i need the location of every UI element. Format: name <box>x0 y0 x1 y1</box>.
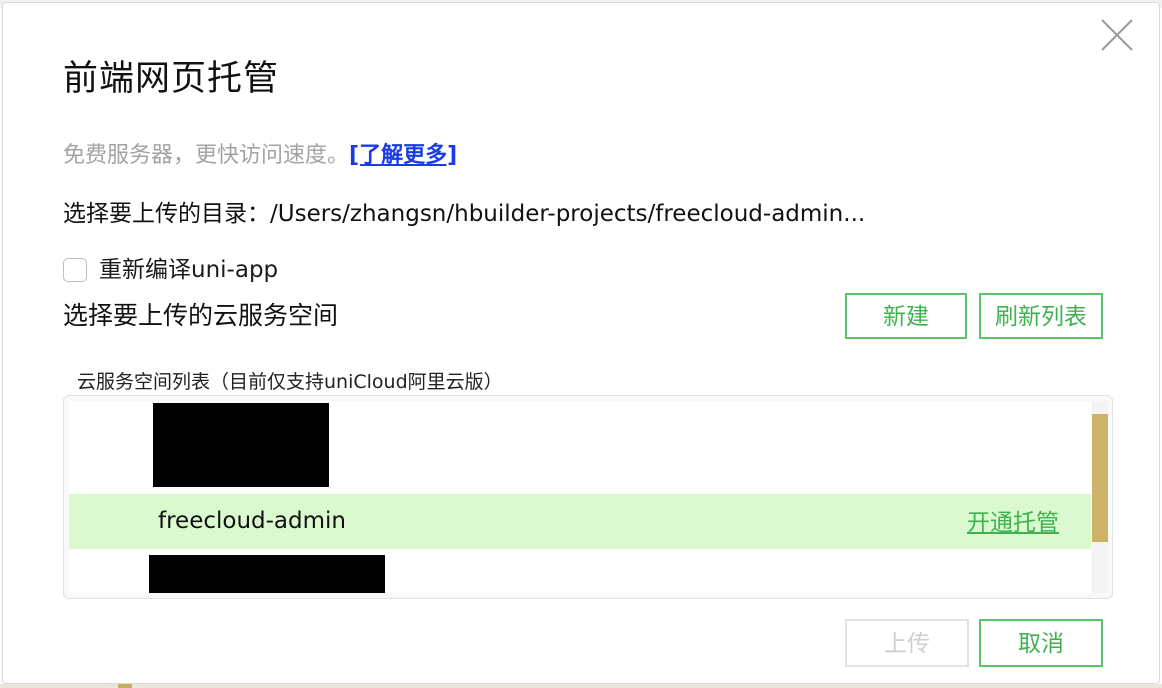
new-space-button[interactable]: 新建 <box>845 293 967 339</box>
background-window-strip-bottom <box>0 684 1162 688</box>
refresh-list-button[interactable]: 刷新列表 <box>979 293 1103 339</box>
space-list-viewport: freecloud-admin 开通托管 <box>69 401 1091 593</box>
intro-text: 免费服务器，更快访问速度。 <box>63 143 350 168</box>
redacted-space-name <box>149 555 385 593</box>
recompile-option[interactable]: 重新编译uni-app <box>63 255 278 285</box>
dialog-title: 前端网页托管 <box>63 59 280 99</box>
redacted-space-name <box>153 403 329 487</box>
cancel-button[interactable]: 取消 <box>979 619 1103 667</box>
space-list[interactable]: freecloud-admin 开通托管 <box>63 395 1113 599</box>
background-mark <box>118 684 132 688</box>
list-item-selected[interactable]: freecloud-admin 开通托管 <box>69 494 1091 549</box>
directory-row: 选择要上传的目录：/Users/zhangsn/hbuilder-project… <box>63 197 865 231</box>
list-scrollbar-thumb[interactable] <box>1092 414 1108 542</box>
close-icon[interactable] <box>1099 17 1135 53</box>
enable-hosting-link[interactable]: 开通托管 <box>967 506 1059 540</box>
list-item[interactable] <box>69 551 1091 593</box>
recompile-checkbox[interactable] <box>63 258 87 282</box>
upload-button[interactable]: 上传 <box>845 619 969 667</box>
recompile-label: 重新编译uni-app <box>99 257 279 283</box>
space-list-caption: 云服务空间列表（目前仅支持uniCloud阿里云版） <box>77 371 503 393</box>
space-name: freecloud-admin <box>158 508 346 534</box>
space-select-label: 选择要上传的云服务空间 <box>63 301 339 330</box>
list-item[interactable] <box>69 401 1091 493</box>
directory-path[interactable]: /Users/zhangsn/hbuilder-projects/freeclo… <box>270 201 865 227</box>
intro-line: 免费服务器，更快访问速度。[了解更多] <box>63 141 457 171</box>
hosting-dialog: 前端网页托管 免费服务器，更快访问速度。[了解更多] 选择要上传的目录：/Use… <box>2 2 1160 684</box>
directory-label: 选择要上传的目录： <box>63 201 270 227</box>
learn-more-link[interactable]: [了解更多] <box>349 143 457 168</box>
